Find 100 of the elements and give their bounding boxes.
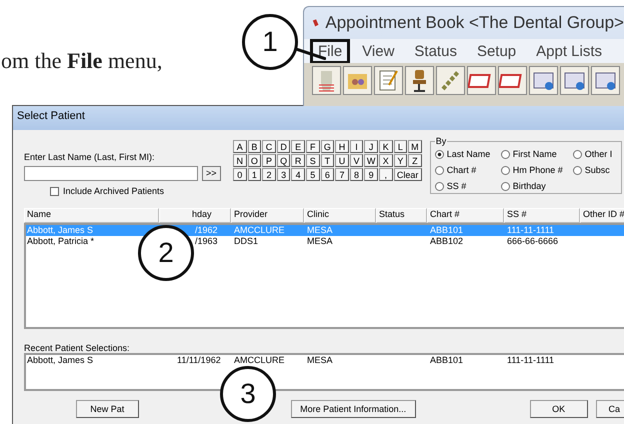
table-cell-text: Abbott, James S: [26, 225, 94, 236]
letter-key[interactable]: W: [364, 154, 378, 167]
dialog-title: Select Patient: [13, 106, 624, 130]
window-icon[interactable]: [591, 66, 620, 95]
letter-key[interactable]: G: [320, 140, 334, 153]
table-cell-text: AMCCLURE: [233, 225, 286, 236]
field-label: Enter Last Name (Last, First MI):: [24, 152, 156, 162]
radio-button[interactable]: [500, 182, 510, 190]
table-cell-text: 111-11-1111: [506, 225, 556, 236]
letter-key[interactable]: Z: [408, 154, 422, 167]
table-cell-text: MESA: [306, 225, 334, 236]
letter-key[interactable]: X: [378, 154, 393, 167]
letter-key[interactable]: S: [306, 154, 320, 167]
radio-label: Subsc: [584, 165, 610, 175]
letter-key[interactable]: F: [306, 140, 320, 153]
letter-key[interactable]: J: [364, 140, 378, 153]
column-header[interactable]: SS #: [504, 208, 580, 223]
letter-key[interactable]: I: [350, 140, 364, 153]
ok-button[interactable]: OK: [530, 400, 588, 418]
letter-key[interactable]: H: [335, 140, 349, 153]
last-name-field[interactable]: [24, 166, 198, 181]
window-title: Appointment Book <The Dental Group>: [325, 13, 624, 33]
menu-item[interactable]: Status: [406, 38, 465, 64]
radio-button[interactable]: [434, 182, 444, 190]
menu-item[interactable]: View: [354, 38, 402, 64]
radio-button[interactable]: [500, 150, 510, 158]
letter-key[interactable]: N: [233, 154, 247, 167]
search-button[interactable]: >>: [202, 166, 221, 181]
table-cell-text: /1962: [194, 225, 219, 236]
letter-key[interactable]: E: [291, 140, 305, 153]
menu-item[interactable]: Appt Lists: [528, 38, 610, 64]
tooth-icon[interactable]: [312, 66, 341, 95]
letter-key[interactable]: K: [378, 140, 393, 153]
folder-icon[interactable]: [343, 66, 372, 95]
card-icon[interactable]: [467, 66, 496, 95]
notepad-icon[interactable]: [374, 66, 403, 95]
radio-button[interactable]: [434, 150, 444, 158]
window-icon[interactable]: [529, 66, 558, 95]
letter-key[interactable]: 8: [350, 168, 364, 181]
radio-label: First Name: [512, 149, 557, 159]
letter-key[interactable]: L: [394, 140, 408, 153]
letter-key[interactable]: U: [335, 154, 349, 167]
letter-key[interactable]: Y: [394, 154, 408, 167]
letter-key[interactable]: V: [350, 154, 364, 167]
letter-key[interactable]: 3: [276, 168, 290, 181]
more-info-button[interactable]: More Patient Information...: [290, 400, 416, 418]
letter-key[interactable]: ,: [378, 168, 393, 181]
radio-button[interactable]: [572, 166, 582, 174]
letter-key[interactable]: B: [248, 140, 262, 153]
letter-key[interactable]: 9: [364, 168, 378, 181]
radio-label: Chart #: [446, 165, 476, 175]
chair-icon[interactable]: [405, 66, 434, 95]
table-cell-text: /1963: [194, 236, 219, 247]
letter-key[interactable]: P: [262, 154, 276, 167]
window-icon[interactable]: [560, 66, 589, 95]
table-cell-text: ABB102: [429, 236, 464, 247]
callout-marker: 1: [242, 14, 298, 70]
letter-key[interactable]: 4: [291, 168, 305, 181]
table-cell-text: MESA: [306, 355, 334, 366]
letter-key[interactable]: T: [320, 154, 334, 167]
table-cell-text: DDS1: [233, 236, 260, 247]
new-patient-button[interactable]: New Pat: [76, 400, 139, 418]
radio-button[interactable]: [500, 166, 510, 174]
clear-button[interactable]: Clear: [394, 168, 422, 181]
letter-key[interactable]: 0: [233, 168, 247, 181]
table-cell-text: ABB101: [429, 225, 464, 236]
cancel-button[interactable]: Ca: [596, 400, 624, 418]
table-cell-text: 11/11/1962: [176, 355, 222, 366]
letter-key[interactable]: D: [276, 140, 290, 153]
letter-key[interactable]: R: [291, 154, 305, 167]
letter-key[interactable]: M: [408, 140, 422, 153]
radio-label: SS #: [446, 181, 466, 191]
radio-button[interactable]: [434, 166, 444, 174]
letter-key[interactable]: 1: [248, 168, 262, 181]
column-header[interactable]: Provider: [231, 208, 304, 223]
column-header[interactable]: hday: [159, 208, 231, 223]
checkbox-label: Include Archived Patients: [63, 186, 164, 196]
instruction-text: om the File menu,: [1, 48, 162, 73]
letter-key[interactable]: A: [233, 140, 247, 153]
letter-key[interactable]: O: [248, 154, 262, 167]
letter-key[interactable]: 7: [335, 168, 349, 181]
letter-key[interactable]: 2: [262, 168, 276, 181]
section-label: Recent Patient Selections:: [24, 343, 131, 353]
radio-label: Other I: [584, 149, 612, 159]
column-header[interactable]: Chart #: [427, 208, 504, 223]
card-icon[interactable]: [498, 66, 527, 95]
letter-key[interactable]: 5: [306, 168, 320, 181]
letter-key[interactable]: C: [262, 140, 276, 153]
column-header[interactable]: Status: [376, 208, 427, 223]
table-cell-text: Abbott, James S: [26, 355, 94, 366]
checkbox[interactable]: [50, 186, 59, 196]
letter-key[interactable]: 6: [320, 168, 334, 181]
column-header[interactable]: Clinic: [304, 208, 376, 223]
table-cell-text: 666-66-6666: [506, 236, 560, 247]
letter-key[interactable]: Q: [276, 154, 290, 167]
table-cell-text: ABB101: [429, 355, 464, 366]
radio-label: Birthday: [512, 181, 546, 191]
column-header[interactable]: Name: [24, 208, 159, 223]
radio-button[interactable]: [572, 150, 582, 158]
menu-item[interactable]: Setup: [468, 38, 524, 64]
